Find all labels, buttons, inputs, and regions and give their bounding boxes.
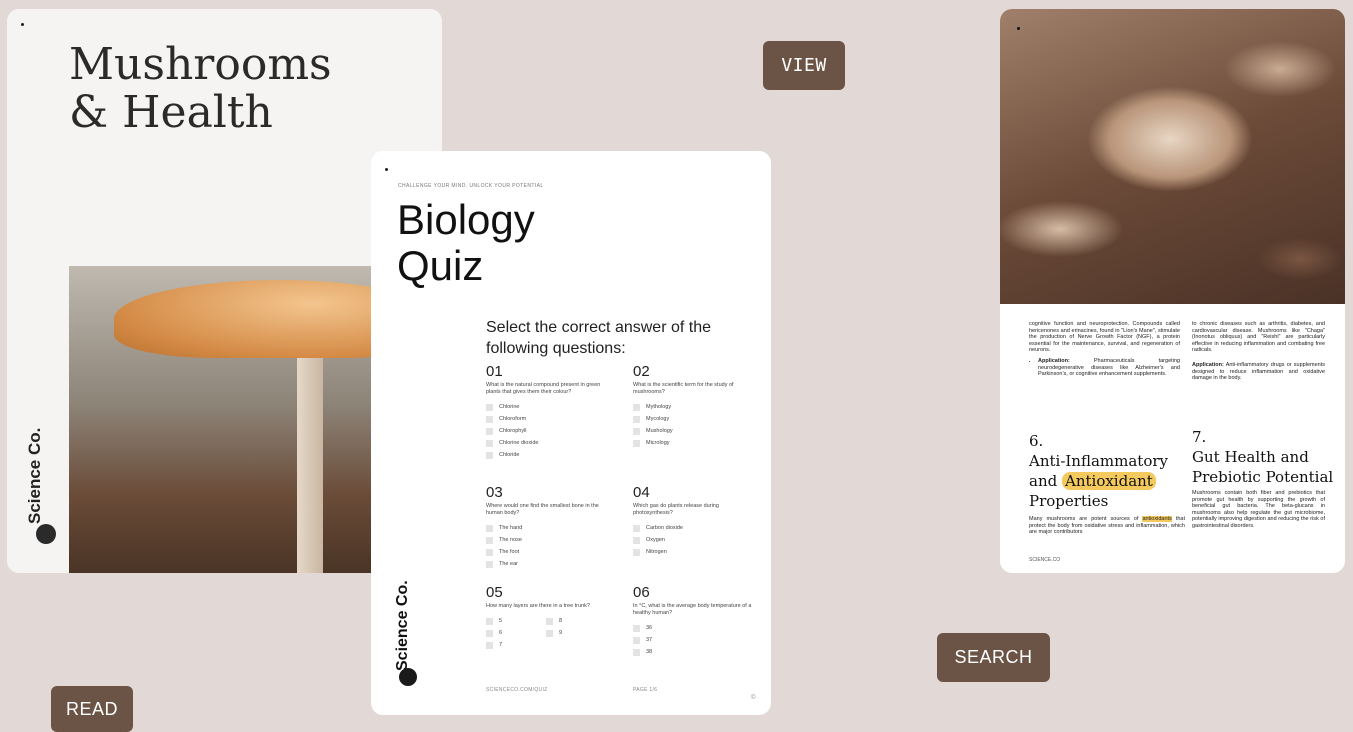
answer-option[interactable]: Nitrogen (633, 546, 753, 558)
answer-option[interactable]: 6 (486, 627, 546, 639)
quiz-title: Biology Quiz (397, 196, 535, 289)
question-text: What is the scientific term for the stud… (633, 382, 734, 395)
section-6-body: Many mushrooms are potent sources of ant… (1029, 516, 1186, 536)
checkbox-icon[interactable] (546, 617, 553, 625)
checkbox-icon[interactable] (633, 648, 640, 656)
question-06: 06 In °C, what is the average body tempe… (633, 584, 753, 658)
answer-option[interactable]: Chlorine dioxide (486, 437, 606, 449)
question-number: 02 (633, 363, 650, 380)
checkbox-icon[interactable] (486, 641, 493, 649)
checkbox-icon[interactable] (486, 548, 493, 556)
answer-option[interactable]: 37 (633, 634, 753, 646)
tagline: CHALLENGE YOUR MIND. UNLOCK YOUR POTENTI… (398, 183, 544, 189)
answer-option[interactable]: Oxygen (633, 534, 753, 546)
answer-option[interactable]: The foot (486, 546, 606, 558)
checkbox-icon[interactable] (633, 624, 640, 632)
question-05: 05 How many layers are there in a tree t… (486, 584, 606, 651)
checkbox-icon[interactable] (633, 636, 640, 644)
checkbox-icon[interactable] (486, 415, 493, 423)
question-text: How many layers are there in a tree trun… (486, 603, 590, 609)
highlighted-word: antioxidants (1142, 516, 1172, 522)
copyright-icon: © (751, 695, 756, 701)
answer-option[interactable]: Chloroform (486, 413, 606, 425)
footer-site: SCIENCE.CO (1029, 557, 1061, 563)
checkbox-icon[interactable] (546, 629, 553, 637)
checkbox-icon[interactable] (633, 403, 640, 411)
answer-option[interactable]: The nose (486, 534, 606, 546)
mushroom-cluster-photo (1000, 9, 1345, 304)
checkbox-icon[interactable] (633, 427, 640, 435)
corner-dot (385, 168, 388, 171)
question-03: 03 Where would one find the smallest bon… (486, 484, 606, 570)
brand-name: Science Co. (25, 427, 44, 524)
card-title: Mushrooms & Health (69, 39, 332, 138)
article-page-card[interactable]: cognitive function and neuroprotection. … (1000, 9, 1345, 573)
quiz-intro: Select the correct answer of the followi… (486, 319, 711, 357)
checkbox-icon[interactable] (633, 548, 640, 556)
answer-option[interactable]: The hand (486, 522, 606, 534)
checkbox-icon[interactable] (486, 451, 493, 459)
question-text: Where would one find the smallest bone i… (486, 503, 599, 516)
question-text: What is the natural compound present in … (486, 382, 601, 395)
question-text: In °C, what is the average body temperat… (633, 603, 752, 616)
question-number: 06 (633, 584, 650, 601)
footer-url[interactable]: SCIENCECO.COM/QUIZ (486, 687, 548, 693)
answer-option[interactable]: Chlorine (486, 401, 606, 413)
answer-option[interactable]: 38 (633, 646, 753, 658)
answer-option[interactable]: The ear (486, 558, 606, 570)
corner-dot (1017, 27, 1020, 30)
checkbox-icon[interactable] (486, 629, 493, 637)
question-number: 04 (633, 484, 650, 501)
highlighted-term: Antioxidant (1062, 472, 1156, 490)
answer-option[interactable]: Micrology (633, 437, 753, 449)
checkbox-icon[interactable] (486, 536, 493, 544)
checkbox-icon[interactable] (633, 439, 640, 447)
question-number: 05 (486, 584, 503, 601)
brand-logo-icon (399, 668, 417, 686)
checkbox-icon[interactable] (486, 524, 493, 532)
question-text: Which gas do plants release during photo… (633, 503, 719, 516)
answer-option[interactable]: 8 (546, 615, 606, 627)
article-column-2: to chronic diseases such as arthritis, d… (1192, 321, 1325, 382)
question-number: 03 (486, 484, 503, 501)
mushroom-stem (297, 336, 323, 573)
question-04: 04 Which gas do plants release during ph… (633, 484, 753, 558)
checkbox-icon[interactable] (633, 536, 640, 544)
answer-option[interactable]: Mycology (633, 413, 753, 425)
section-6-heading: 6. Anti-Inflammatory and Antioxidant Pro… (1029, 432, 1169, 510)
answer-option[interactable]: 36 (633, 622, 753, 634)
answer-option[interactable]: Mythology (633, 401, 753, 413)
answer-option[interactable]: Mushology (633, 425, 753, 437)
corner-dot (21, 23, 24, 26)
answer-option[interactable]: Chlorophyll (486, 425, 606, 437)
read-button[interactable]: READ (51, 686, 133, 732)
footer-page: PAGE 1/6 (633, 687, 658, 693)
checkbox-icon[interactable] (633, 524, 640, 532)
checkbox-icon[interactable] (486, 617, 493, 625)
question-02: 02 What is the scientific term for the s… (633, 363, 753, 449)
question-number: 01 (486, 363, 503, 380)
answer-option[interactable]: Carbon dioxide (633, 522, 753, 534)
article-column-1: cognitive function and neuroprotection. … (1029, 321, 1180, 378)
answer-option[interactable]: 5 (486, 615, 546, 627)
checkbox-icon[interactable] (633, 415, 640, 423)
search-button[interactable]: SEARCH (937, 633, 1050, 682)
checkbox-icon[interactable] (486, 560, 493, 568)
biology-quiz-card[interactable]: CHALLENGE YOUR MIND. UNLOCK YOUR POTENTI… (371, 151, 771, 715)
checkbox-icon[interactable] (486, 427, 493, 435)
question-01: 01 What is the natural compound present … (486, 363, 606, 461)
answer-option[interactable]: 7 (486, 639, 546, 651)
checkbox-icon[interactable] (486, 439, 493, 447)
checkbox-icon[interactable] (486, 403, 493, 411)
section-7-heading: 7. Gut Health and Prebiotic Potential (1192, 428, 1334, 486)
answer-option[interactable]: 9 (546, 627, 606, 639)
brand-name: Science Co. (394, 580, 411, 671)
view-button[interactable]: VIEW (763, 41, 845, 90)
answer-option[interactable]: Chloride (486, 449, 606, 461)
section-7-body: Mushrooms contain both fiber and prebiot… (1192, 490, 1325, 529)
brand-logo-icon (36, 524, 56, 544)
